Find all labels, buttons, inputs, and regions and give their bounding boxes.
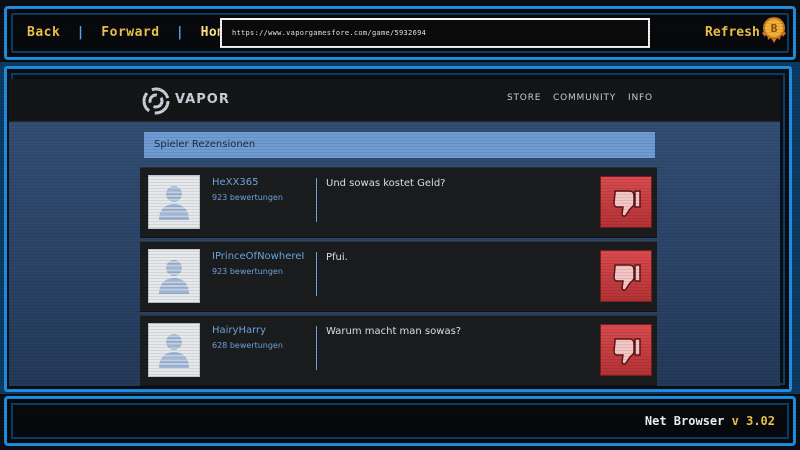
thumbs-down-icon [613, 338, 641, 365]
nav-info[interactable]: INFO [628, 93, 653, 103]
avatar[interactable] [148, 249, 200, 303]
review-divider [316, 252, 317, 296]
review-username[interactable]: HairyHarry [212, 325, 266, 336]
version-prefix: v [731, 414, 739, 428]
avatar[interactable] [148, 175, 200, 229]
review-count: 923 bewertungen [212, 267, 283, 276]
thumbs-down-icon [613, 264, 641, 291]
user-silhouette-icon [153, 334, 195, 368]
review-count: 628 bewertungen [212, 341, 283, 350]
review-text: Warum macht man sowas? [326, 326, 462, 337]
browser-name: Net Browser [644, 414, 725, 428]
thumbs-down-badge [600, 324, 652, 376]
review-text: Und sowas kostet Geld? [326, 178, 446, 189]
thumbs-down-icon [613, 190, 641, 217]
web-page: VAPOR STORE COMMUNITY INFO Spieler Rezen… [9, 79, 780, 386]
brand-name[interactable]: VAPOR [175, 92, 230, 107]
version-number: 3.02 [746, 414, 775, 428]
coin-icon: B [759, 15, 789, 45]
url-bar[interactable]: https://www.vaporgamesfore.com/game/5932… [220, 18, 650, 48]
thumbs-down-badge [600, 176, 652, 228]
browser-toolbar: Back | Forward | Home https://www.vaporg… [4, 6, 796, 60]
review-username[interactable]: IPrinceOfNowhereI [212, 251, 304, 262]
browser-statusbar: Net Browser v 3.02 [4, 396, 796, 446]
back-button[interactable]: Back [27, 25, 60, 40]
review-item: HeXX365 923 bewertungen Und sowas kostet… [140, 167, 657, 238]
browser-version: Net Browser v 3.02 [645, 399, 775, 443]
nav-store[interactable]: STORE [507, 93, 541, 103]
nav-separator: | [175, 25, 185, 40]
vapor-logo-icon [142, 87, 170, 115]
nav-community[interactable]: COMMUNITY [553, 93, 616, 103]
nav-separator: | [76, 25, 85, 40]
user-silhouette-icon [153, 260, 195, 294]
review-item: IPrinceOfNowhereI 923 bewertungen Pfui. [140, 241, 657, 312]
review-text: Pfui. [326, 252, 348, 263]
review-divider [316, 178, 317, 222]
toolbar-nav: Back | Forward | Home [27, 9, 234, 57]
review-username[interactable]: HeXX365 [212, 177, 258, 188]
forward-button[interactable]: Forward [101, 25, 159, 40]
user-silhouette-icon [153, 186, 195, 220]
review-item: HairyHarry 628 bewertungen Warum macht m… [140, 315, 657, 386]
site-header: VAPOR STORE COMMUNITY INFO [9, 79, 780, 122]
review-count: 923 bewertungen [212, 193, 283, 202]
thumbs-down-badge [600, 250, 652, 302]
refresh-button[interactable]: Refresh [705, 9, 760, 57]
review-divider [316, 326, 317, 370]
reviews-heading: Spieler Rezensionen [144, 132, 655, 158]
avatar[interactable] [148, 323, 200, 377]
coin-letter: B [771, 22, 778, 35]
